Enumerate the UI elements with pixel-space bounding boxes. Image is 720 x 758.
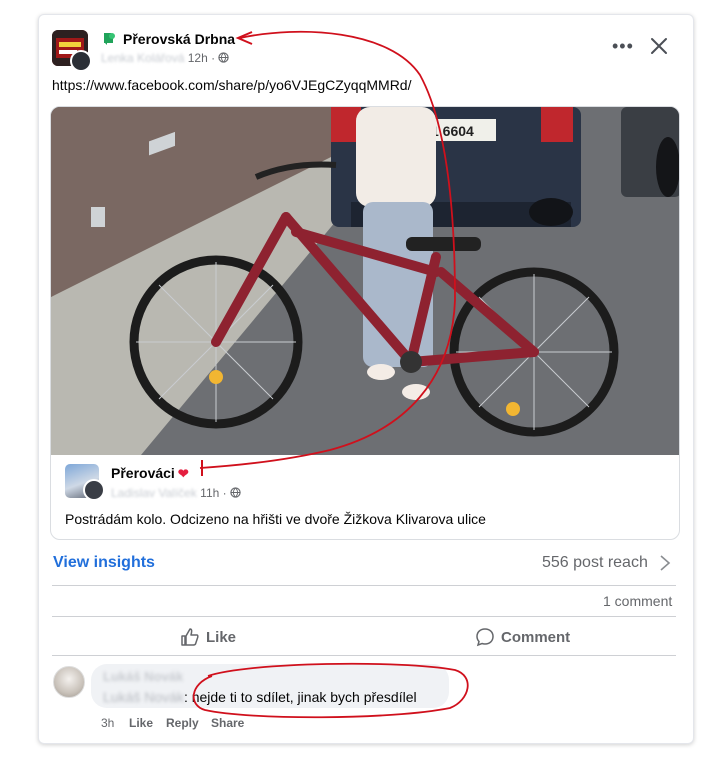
- shared-post-text: Postrádám kolo. Odcizeno na hřišti ve dv…: [65, 511, 486, 527]
- comment-text: Lukáš Novák: nejde ti to sdílet, jinak b…: [103, 689, 417, 705]
- like-label: Like: [206, 628, 237, 646]
- post-author[interactable]: Lenka Kolářová: [101, 51, 184, 65]
- shared-group-label[interactable]: Přerováci: [111, 465, 175, 481]
- comment-author[interactable]: Lukáš Novák: [103, 669, 183, 684]
- group-name[interactable]: Přerovská Drbna: [123, 31, 235, 47]
- comment-like-link[interactable]: Like: [129, 716, 153, 730]
- more-options-button[interactable]: •••: [612, 37, 636, 55]
- post-meta: Lenka Kolářová 12h ·: [101, 51, 230, 65]
- shared-author-avatar[interactable]: [83, 479, 105, 501]
- post-text[interactable]: https://www.facebook.com/share/p/yo6VJEg…: [52, 77, 411, 93]
- shared-author[interactable]: Ladislav Valíček: [111, 486, 197, 500]
- comment-mention[interactable]: Lukáš Novák: [103, 689, 184, 705]
- comment-reply-link[interactable]: Reply: [166, 716, 199, 730]
- comment-button[interactable]: Comment: [475, 626, 570, 648]
- shared-time[interactable]: 11h ·: [200, 486, 226, 500]
- shared-post-meta: Ladislav Valíček 11h ·: [111, 486, 241, 500]
- comment-body: : nejde ti to sdílet, jinak bych přesdíl…: [183, 689, 417, 705]
- comment-share-link[interactable]: Share: [211, 716, 244, 730]
- group-icon: [101, 31, 117, 47]
- divider: [52, 585, 676, 586]
- license-plate: 1 6604: [431, 123, 474, 139]
- divider: [52, 655, 676, 656]
- author-avatar[interactable]: [70, 50, 92, 72]
- chevron-right-icon[interactable]: [659, 554, 671, 572]
- comment-icon: [476, 628, 494, 647]
- globe-icon: [230, 487, 241, 498]
- commenter-avatar[interactable]: [53, 666, 85, 698]
- globe-icon: [218, 52, 230, 63]
- comments-count[interactable]: 1 comment: [603, 593, 672, 609]
- divider: [52, 616, 676, 617]
- view-insights-link[interactable]: View insights: [53, 554, 155, 572]
- comment-label: Comment: [501, 628, 571, 646]
- post-time[interactable]: 12h ·: [188, 51, 215, 65]
- like-button[interactable]: Like: [180, 626, 236, 648]
- close-icon[interactable]: [649, 36, 669, 56]
- heart-icon: ❤: [177, 466, 189, 481]
- comment-time[interactable]: 3h: [101, 716, 114, 730]
- thumbs-up-icon: [181, 628, 199, 646]
- shared-group-name[interactable]: Přerováci ❤: [111, 465, 189, 482]
- bike-photo[interactable]: 1 6604: [51, 107, 679, 455]
- post-reach[interactable]: 556 post reach: [542, 554, 648, 572]
